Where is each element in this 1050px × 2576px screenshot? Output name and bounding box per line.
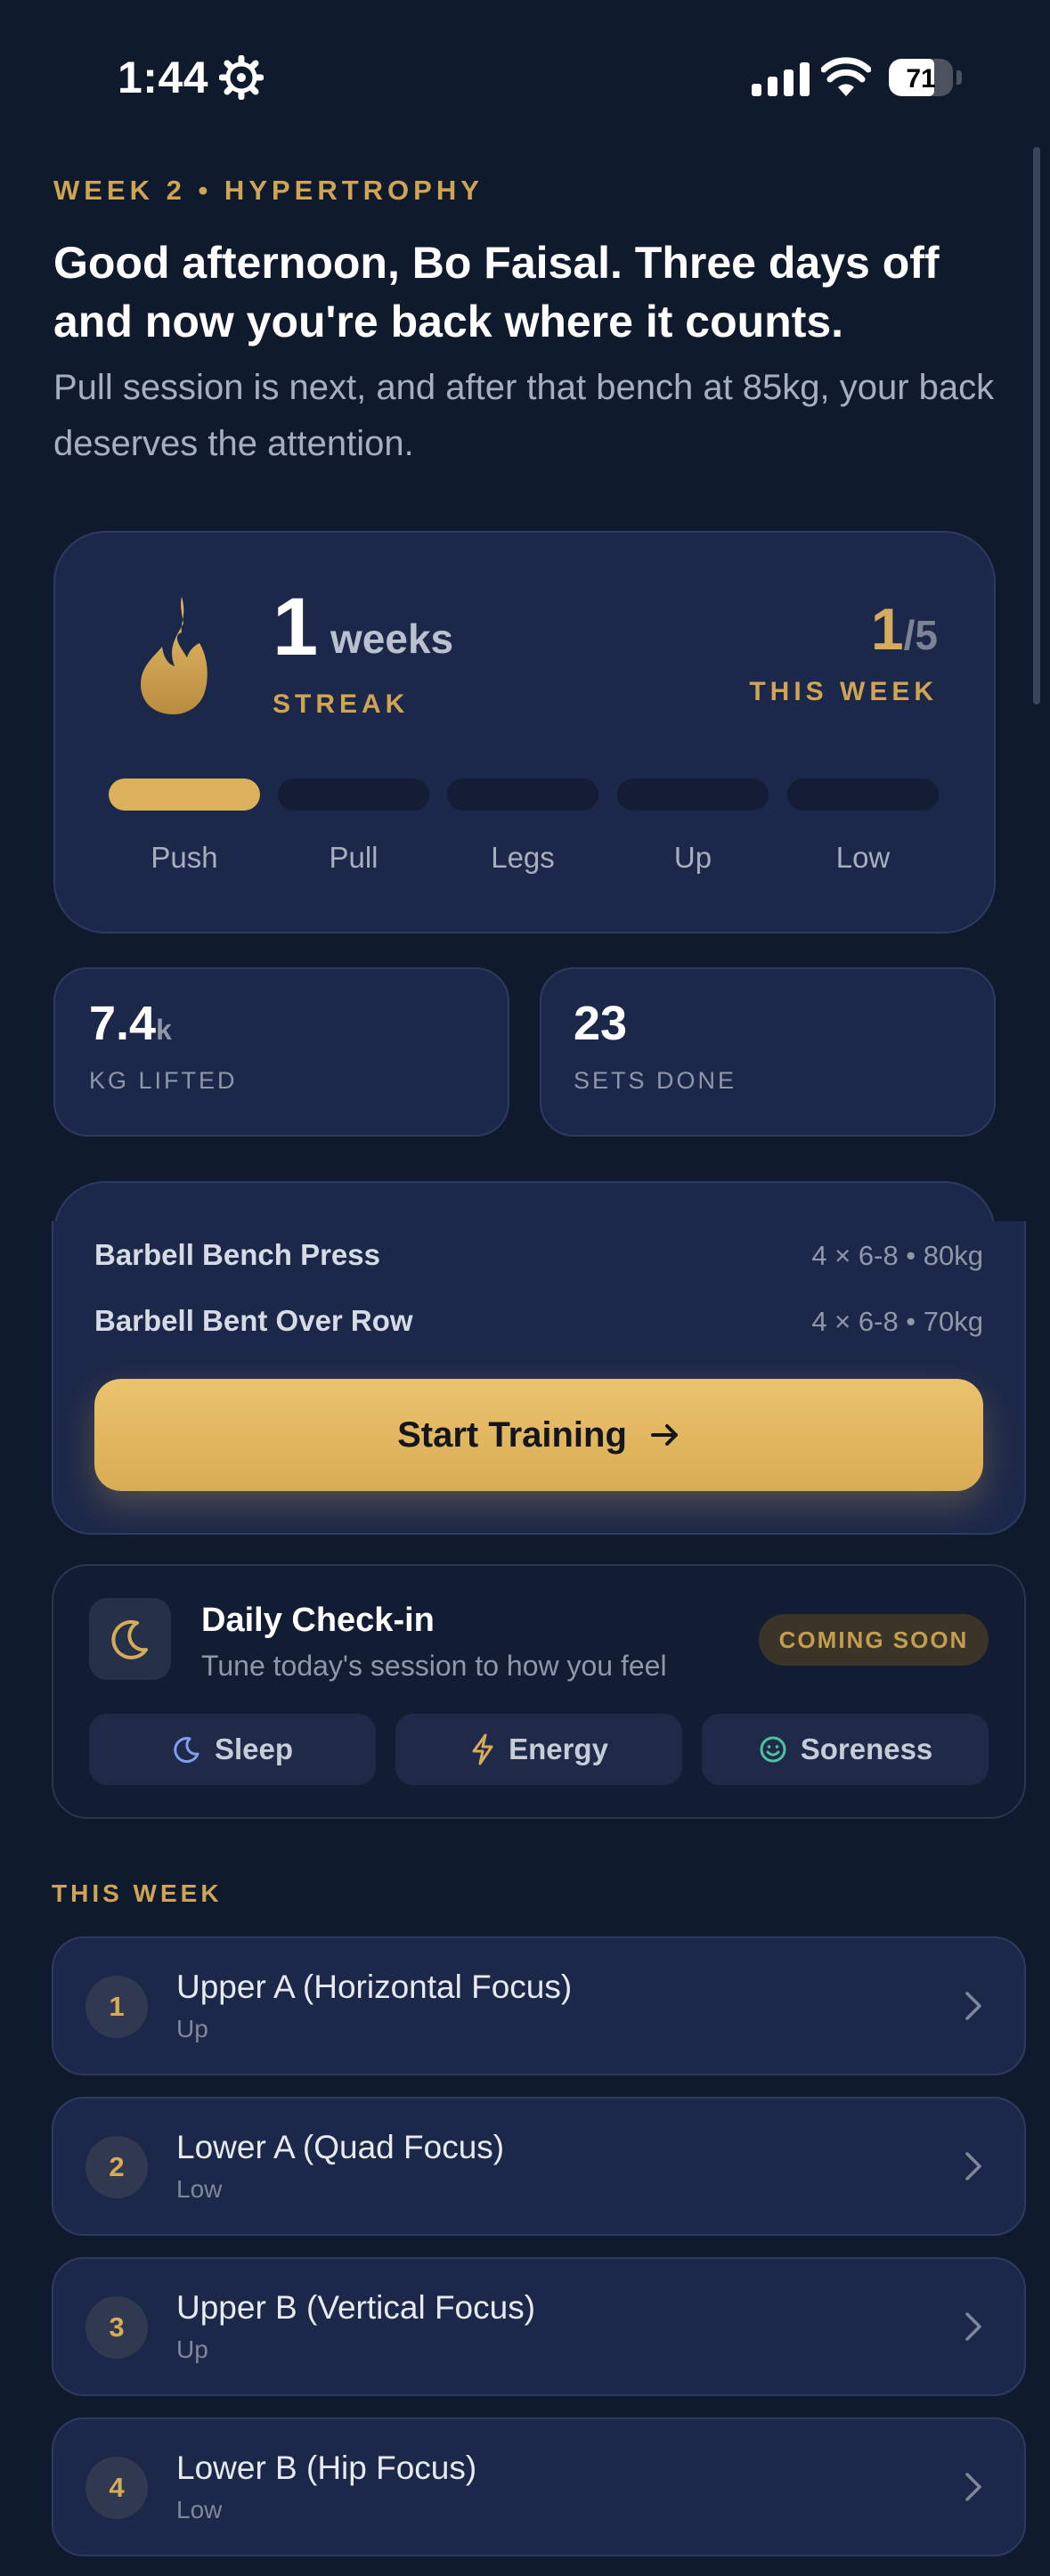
checkin-title: Daily Check-in [201, 1602, 435, 1639]
exercise-name: Barbell Bent Over Row [94, 1304, 413, 1337]
streak-value: 1 [273, 582, 319, 673]
segment-label-low: Low [835, 841, 891, 874]
streak-label: STREAK [273, 689, 410, 719]
moon-icon [174, 1737, 199, 1764]
progress-segment-low [787, 779, 939, 811]
chevron-right-icon [965, 2152, 981, 2181]
segment-label-legs: Legs [491, 841, 555, 874]
kg-lifted-value: 7.4k [89, 997, 172, 1050]
battery-icon: 71 [889, 59, 953, 96]
sleep-chip[interactable]: Sleep [89, 1714, 376, 1785]
wifi-icon [821, 57, 871, 96]
exercise-name: Barbell Bench Press [94, 1238, 380, 1271]
kg-lifted-label: KG LIFTED [89, 1067, 238, 1094]
week-total: /5 [903, 612, 938, 658]
session-title: Upper A (Horizontal Focus) [176, 1969, 573, 2005]
streak-unit: weeks [330, 615, 454, 662]
progress-segment-legs [447, 779, 598, 811]
session-number: 1 [85, 1976, 148, 2038]
flame-icon [141, 597, 208, 714]
session-row[interactable] [52, 2097, 1026, 2236]
battery-level: 71 [906, 64, 936, 94]
sets-done-label: SETS DONE [574, 1067, 737, 1094]
week-done: 1 [870, 596, 904, 662]
session-row[interactable] [52, 2257, 1026, 2396]
start-training-label: Start Training [397, 1414, 627, 1455]
checkin-icon-box [89, 1598, 171, 1680]
chevron-right-icon [965, 2473, 981, 2501]
exercise-meta: 4 × 6-8 • 80kg [811, 1240, 983, 1271]
lightning-icon [472, 1733, 493, 1765]
checkin-subtitle: Tune today's session to how you feel [201, 1650, 667, 1682]
coming-soon-badge: COMING SOON [759, 1614, 989, 1666]
session-title: Upper B (Vertical Focus) [176, 2289, 536, 2326]
stat-card-sets-done [540, 967, 996, 1137]
segment-label-up: Up [673, 841, 712, 874]
greeting-subtitle: Pull session is next, and after that ben… [53, 368, 995, 463]
session-subtitle: Low [176, 2175, 223, 2203]
workout-card-edge [53, 1181, 996, 1221]
session-row[interactable] [52, 1936, 1026, 2075]
segment-label-push: Push [151, 841, 218, 874]
gear-icon [219, 55, 264, 100]
greeting-heading: Good afternoon, Bo Faisal. Three days of… [53, 238, 940, 346]
session-number: 4 [85, 2457, 148, 2519]
smile-icon [760, 1736, 786, 1763]
session-title: Lower A (Quad Focus) [176, 2129, 505, 2165]
session-row[interactable] [52, 2417, 1026, 2556]
progress-segment-push [109, 779, 260, 811]
sets-done-value: 23 [574, 997, 628, 1050]
chevron-right-icon [965, 2312, 981, 2341]
moon-icon [111, 1619, 148, 1659]
stat-card-kg-lifted [53, 967, 509, 1137]
session-subtitle: Low [176, 2496, 223, 2523]
session-subtitle: Up [176, 2336, 208, 2363]
arrow-right-icon [650, 1424, 678, 1446]
session-number: 3 [85, 2296, 148, 2359]
session-subtitle: Up [176, 2015, 208, 2042]
status-time: 1:44 [118, 53, 209, 102]
workout-card-top [0, 1181, 1050, 1221]
session-title: Lower B (Hip Focus) [176, 2450, 477, 2486]
program-eyebrow: WEEK 2 • HYPERTROPHY [53, 175, 484, 206]
exercise-meta: 4 × 6-8 • 70kg [811, 1306, 983, 1337]
chevron-right-icon [965, 1992, 981, 2020]
signal-icon [752, 62, 810, 96]
progress-segment-pull [278, 779, 429, 811]
week-progress: 1/5 [871, 595, 938, 663]
week-label: THIS WEEK [749, 677, 938, 706]
scrollbar[interactable] [1033, 147, 1040, 705]
soreness-chip-label: Soreness [800, 1732, 933, 1765]
energy-chip-label: Energy [509, 1732, 608, 1765]
session-number: 2 [85, 2136, 148, 2198]
energy-chip[interactable]: Energy [395, 1714, 682, 1785]
progress-segment-up [617, 779, 769, 811]
sleep-chip-label: Sleep [214, 1732, 294, 1765]
start-training-button[interactable]: Start Training [94, 1379, 983, 1491]
soreness-chip[interactable]: Soreness [702, 1714, 989, 1785]
segment-label-pull: Pull [329, 841, 378, 874]
battery-cap [956, 70, 962, 85]
this-week-heading: THIS WEEK [52, 1879, 223, 1907]
